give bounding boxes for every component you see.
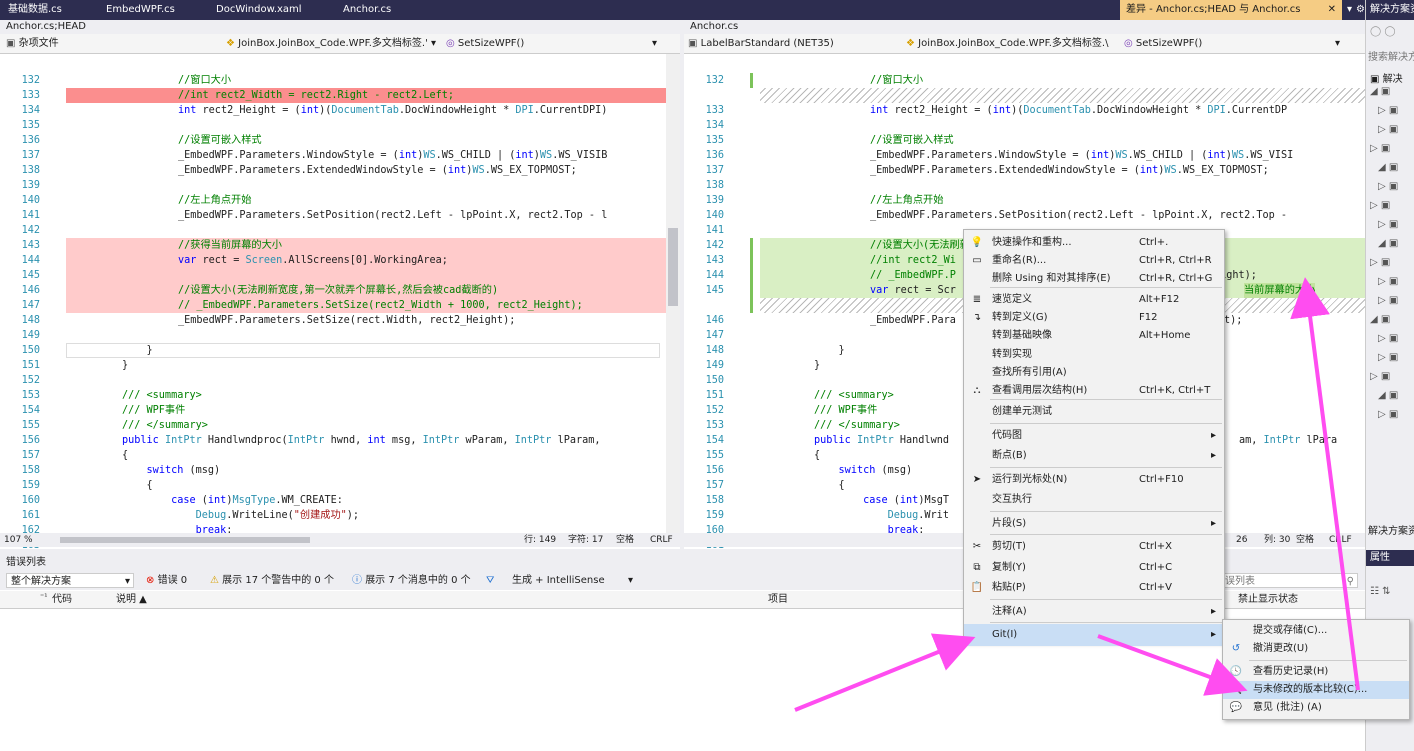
arrow-to-git [794,633,976,712]
annotation-arrows [794,277,1360,712]
arrow-to-compare [1097,634,1248,696]
arrow-to-diff [1290,277,1360,691]
